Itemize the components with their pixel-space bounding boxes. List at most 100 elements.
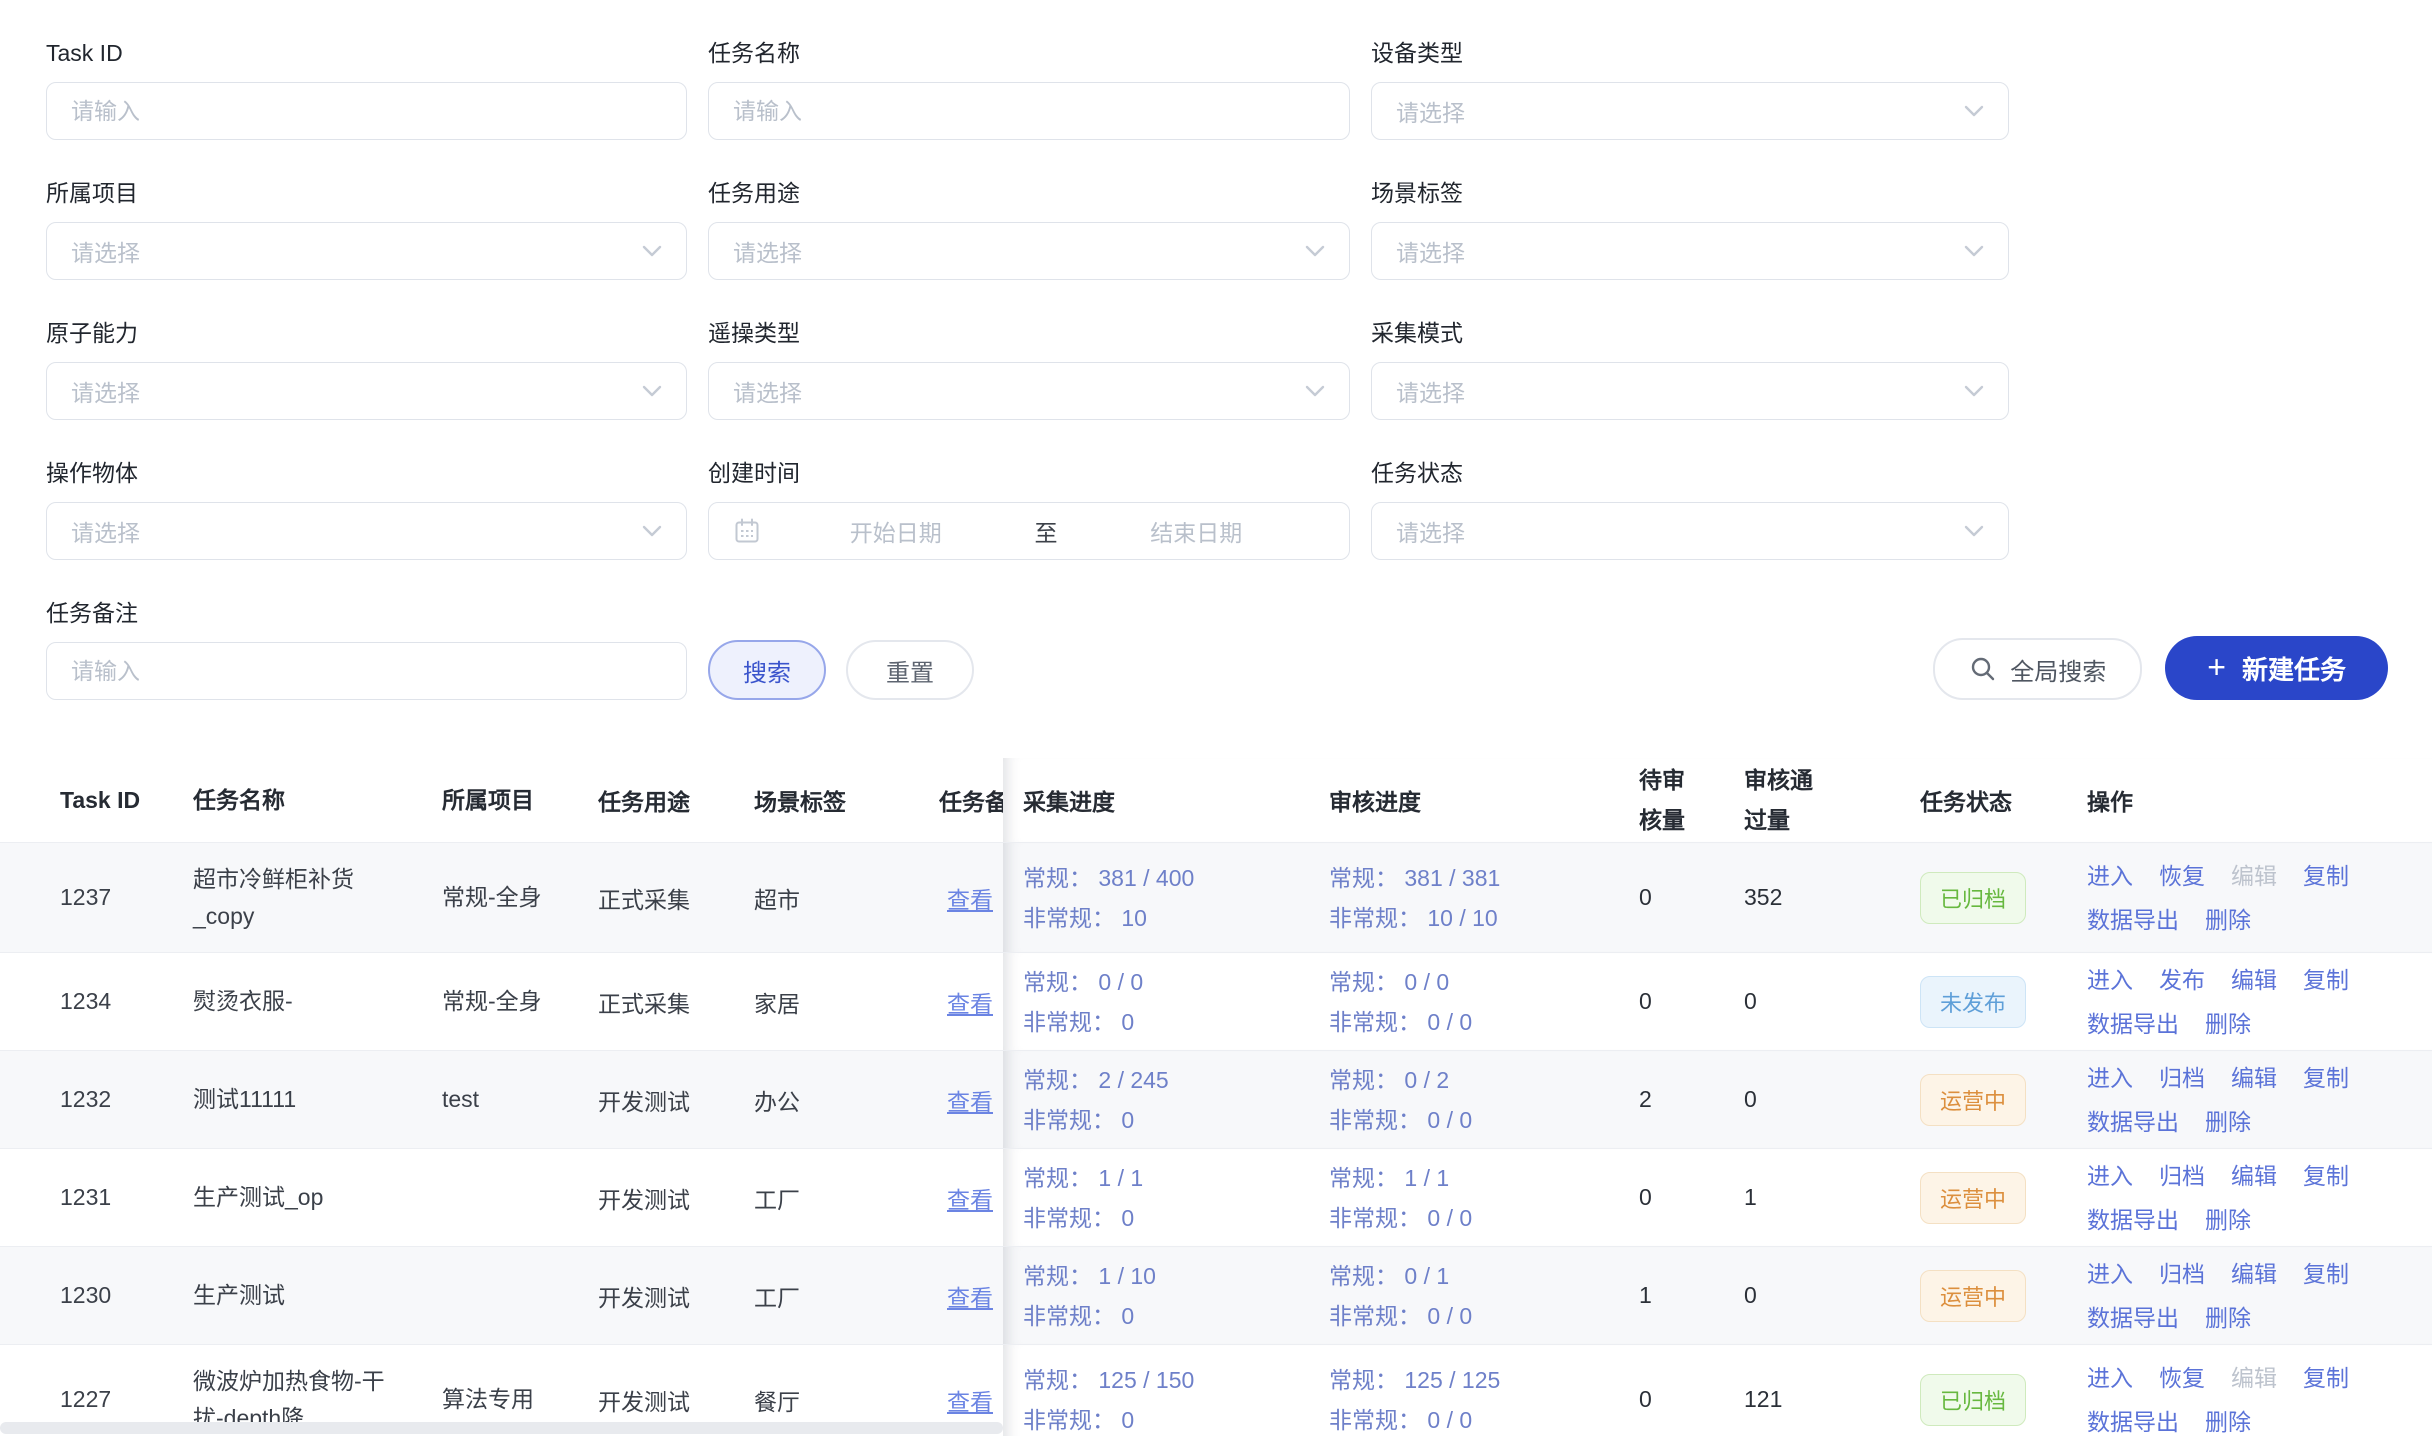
filter-field-task-status: 任务状态 请选择 [1371, 458, 2009, 560]
op-export[interactable]: 数据导出 [2087, 898, 2179, 942]
filter-field-scene-tag: 场景标签 请选择 [1371, 178, 2009, 280]
op-enter[interactable]: 进入 [2087, 1056, 2133, 1100]
op-edit[interactable]: 编辑 [2231, 854, 2277, 898]
op-export[interactable]: 数据导出 [2087, 1002, 2179, 1046]
task-status-select[interactable]: 请选择 [1371, 502, 2009, 560]
op-delete[interactable]: 删除 [2205, 1002, 2251, 1046]
op-edit[interactable]: 编辑 [2231, 958, 2277, 1002]
op-export[interactable]: 数据导出 [2087, 1100, 2179, 1144]
op-archive[interactable]: 归档 [2159, 1252, 2205, 1296]
view-note-link[interactable]: 查看 [947, 1181, 993, 1215]
cell-purpose: 正式采集 [598, 953, 754, 1050]
cell-task-id: 1237 [0, 843, 193, 952]
horizontal-scrollbar[interactable] [0, 1422, 1003, 1434]
cell-pending-count: 2 [1639, 1051, 1744, 1148]
plus-icon: + [2207, 651, 2226, 683]
op-copy[interactable]: 复制 [2303, 1056, 2349, 1100]
op-archive[interactable]: 归档 [2159, 1154, 2205, 1198]
op-restore[interactable]: 恢复 [2159, 1356, 2205, 1400]
filter-label: 所属项目 [46, 178, 687, 208]
calendar-icon [733, 517, 761, 545]
table-row: 1231 生产测试_op 开发测试 工厂 查看 常规： 1 / 1非常规： 0 … [0, 1149, 2432, 1247]
cell-pending-count: 0 [1639, 843, 1744, 952]
cell-task-name: 生产测试_op [193, 1149, 442, 1246]
header-task-id: Task ID [0, 758, 193, 842]
reset-button[interactable]: 重置 [846, 640, 974, 700]
collect-progress: 常规： 2 / 245非常规： 0 [1023, 1060, 1169, 1140]
op-enter[interactable]: 进入 [2087, 1252, 2133, 1296]
task-name-input[interactable] [708, 82, 1350, 140]
start-date-placeholder: 开始日期 [767, 514, 1025, 548]
status-badge: 已归档 [1920, 1374, 2026, 1426]
operation-object-select[interactable]: 请选择 [46, 502, 687, 560]
new-task-button[interactable]: + 新建任务 [2165, 636, 2388, 700]
status-badge: 运营中 [1920, 1074, 2026, 1126]
collect-progress: 常规： 1 / 10非常规： 0 [1023, 1256, 1156, 1336]
create-time-range-picker[interactable]: 开始日期 至 结束日期 [708, 502, 1350, 560]
cell-task-id: 1232 [0, 1051, 193, 1148]
op-archive[interactable]: 归档 [2159, 1056, 2205, 1100]
cell-project: 常规-全身 [442, 953, 598, 1050]
chevron-down-icon [1964, 105, 1984, 117]
purpose-select[interactable]: 请选择 [708, 222, 1350, 280]
status-badge: 已归档 [1920, 872, 2026, 924]
header-task-note: 任务备注 [939, 758, 1003, 842]
header-project: 所属项目 [442, 758, 598, 842]
op-enter[interactable]: 进入 [2087, 1154, 2133, 1198]
op-delete[interactable]: 删除 [2205, 898, 2251, 942]
cell-task-name: 生产测试 [193, 1247, 442, 1344]
chevron-down-icon [642, 525, 662, 537]
view-note-link[interactable]: 查看 [947, 1083, 993, 1117]
op-copy[interactable]: 复制 [2303, 1356, 2349, 1400]
filter-field-device-type: 设备类型 请选择 [1371, 38, 2009, 140]
op-publish[interactable]: 发布 [2159, 958, 2205, 1002]
scene-tag-select[interactable]: 请选择 [1371, 222, 2009, 280]
view-note-link[interactable]: 查看 [947, 1383, 993, 1417]
atomic-ability-select[interactable]: 请选择 [46, 362, 687, 420]
review-progress: 常规： 0 / 1非常规： 0 / 0 [1329, 1256, 1472, 1336]
view-note-link[interactable]: 查看 [947, 985, 993, 1019]
task-note-input[interactable] [46, 642, 687, 700]
cell-approved-count: 0 [1744, 953, 1904, 1050]
op-enter[interactable]: 进入 [2087, 1356, 2133, 1400]
filter-label: 任务用途 [708, 178, 1350, 208]
op-restore[interactable]: 恢复 [2159, 854, 2205, 898]
filter-field-operation-object: 操作物体 请选择 [46, 458, 687, 560]
op-edit[interactable]: 编辑 [2231, 1252, 2277, 1296]
op-edit[interactable]: 编辑 [2231, 1356, 2277, 1400]
op-export[interactable]: 数据导出 [2087, 1400, 2179, 1436]
cell-task-id: 1231 [0, 1149, 193, 1246]
filter-field-task-name: 任务名称 [708, 38, 1350, 140]
filter-field-task-id: Task ID [46, 38, 687, 140]
op-export[interactable]: 数据导出 [2087, 1198, 2179, 1242]
op-copy[interactable]: 复制 [2303, 1252, 2349, 1296]
filter-label: 采集模式 [1371, 318, 2009, 348]
cell-scene-tag: 工厂 [754, 1247, 939, 1344]
op-edit[interactable]: 编辑 [2231, 1056, 2277, 1100]
op-enter[interactable]: 进入 [2087, 854, 2133, 898]
op-export[interactable]: 数据导出 [2087, 1296, 2179, 1340]
view-note-link[interactable]: 查看 [947, 881, 993, 915]
table-row: 1230 生产测试 开发测试 工厂 查看 常规： 1 / 10非常规： 0 常规… [0, 1247, 2432, 1345]
op-delete[interactable]: 删除 [2205, 1198, 2251, 1242]
table-row: 1232 测试11111 test 开发测试 办公 查看 常规： 2 / 245… [0, 1051, 2432, 1149]
op-delete[interactable]: 删除 [2205, 1296, 2251, 1340]
filter-field-create-time: 创建时间 开始日期 至 结束日期 [708, 458, 1350, 560]
op-edit[interactable]: 编辑 [2231, 1154, 2277, 1198]
view-note-link[interactable]: 查看 [947, 1279, 993, 1313]
search-button[interactable]: 搜索 [708, 640, 826, 700]
filter-grid: Task ID 任务名称 设备类型 请选择 所属项目 请选择 [46, 38, 2388, 598]
teleop-type-select[interactable]: 请选择 [708, 362, 1350, 420]
status-badge: 运营中 [1920, 1172, 2026, 1224]
op-copy[interactable]: 复制 [2303, 958, 2349, 1002]
op-copy[interactable]: 复制 [2303, 854, 2349, 898]
collect-mode-select[interactable]: 请选择 [1371, 362, 2009, 420]
op-delete[interactable]: 删除 [2205, 1400, 2251, 1436]
op-copy[interactable]: 复制 [2303, 1154, 2349, 1198]
global-search-button[interactable]: 全局搜索 [1933, 638, 2142, 700]
op-delete[interactable]: 删除 [2205, 1100, 2251, 1144]
task-id-input[interactable] [46, 82, 687, 140]
device-type-select[interactable]: 请选择 [1371, 82, 2009, 140]
op-enter[interactable]: 进入 [2087, 958, 2133, 1002]
project-select[interactable]: 请选择 [46, 222, 687, 280]
